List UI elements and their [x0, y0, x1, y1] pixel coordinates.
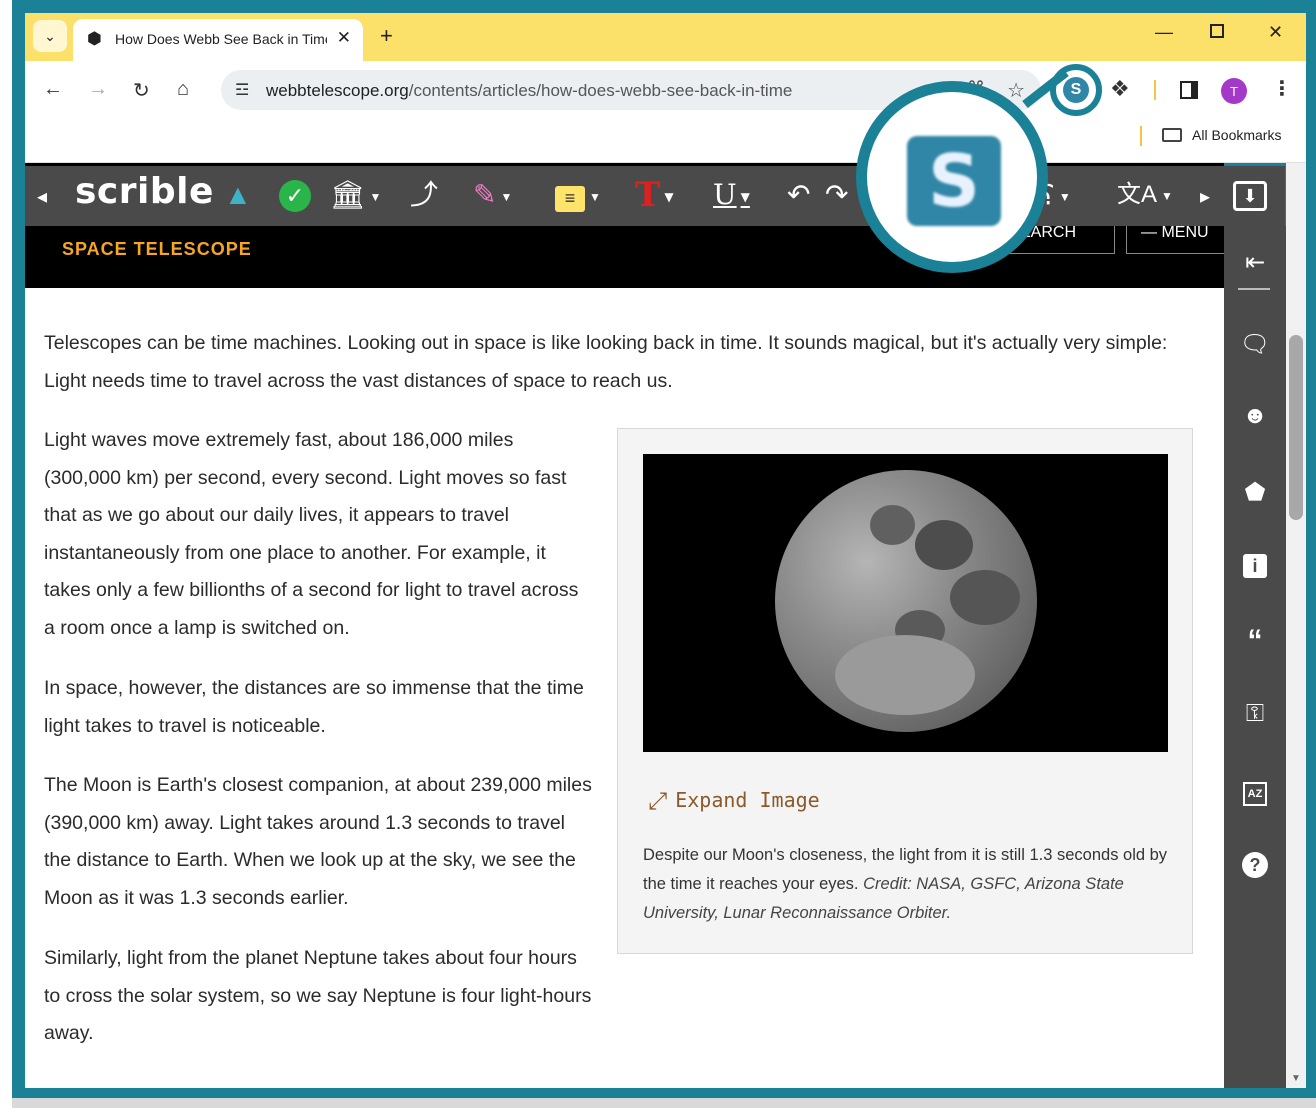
new-tab-button[interactable]: +: [380, 23, 393, 49]
moon-mare: [870, 505, 915, 545]
all-bookmarks-button[interactable]: All Bookmarks: [1162, 127, 1281, 143]
user-icon[interactable]: ▲: [224, 178, 252, 212]
moon-highlands: [835, 635, 975, 715]
reload-icon[interactable]: ↻: [133, 78, 150, 103]
paragraph-moon: The Moon is Earth's closest companion, a…: [44, 774, 592, 909]
toolbar-divider: [1154, 80, 1156, 100]
side-panel-icon[interactable]: [1180, 81, 1198, 99]
url-text: webbtelescope.org/contents/articles/how-…: [266, 81, 793, 100]
scrible-s-icon: S: [1063, 77, 1089, 103]
collapse-left-icon[interactable]: ◂: [37, 180, 47, 214]
scroll-down-arrow-icon[interactable]: ▼: [1291, 1073, 1301, 1084]
scrible-s-magnified-icon: S: [907, 136, 1001, 226]
magnifier-callout: S: [856, 81, 1048, 273]
quote-icon[interactable]: “: [1224, 624, 1286, 658]
window-close-icon[interactable]: ✕: [1268, 22, 1283, 43]
glossary-az-icon[interactable]: AZ: [1224, 776, 1286, 806]
image-caption: Despite our Moon's closeness, the light …: [643, 846, 1168, 922]
paragraph-space-distance: In space, however, the distances are so …: [44, 677, 584, 737]
profile-avatar[interactable]: T: [1221, 78, 1247, 104]
site-info-icon[interactable]: ☲: [235, 80, 249, 100]
sidebar-divider: [1238, 288, 1270, 290]
moon-mare: [915, 520, 973, 570]
paragraph-light-speed: Light waves move extremely fast, about 1…: [44, 429, 579, 639]
highlighter-icon[interactable]: ✎ ▼: [473, 178, 512, 214]
paragraph-neptune: Similarly, light from the planet Neptune…: [44, 947, 592, 1044]
tab-active[interactable]: ⬢ How Does Webb See Back in Time ✕: [73, 19, 363, 61]
comment-note-icon[interactable]: ≡ ▼: [555, 178, 601, 214]
undo-icon[interactable]: ↶: [787, 178, 810, 212]
moon-image[interactable]: [643, 454, 1168, 752]
expand-right-icon[interactable]: ▸: [1200, 180, 1210, 214]
underline-icon[interactable]: U ▼: [713, 178, 750, 214]
bookmarks-divider: [1140, 126, 1142, 146]
download-icon[interactable]: ⬇: [1233, 181, 1267, 211]
expand-arrows-icon: ⤢: [648, 787, 668, 815]
site-logo-subtitle[interactable]: SPACE TELESCOPE: [62, 239, 252, 260]
home-icon[interactable]: ⌂: [177, 78, 189, 101]
page-scrollbar[interactable]: [1286, 163, 1306, 1088]
share-icon[interactable]: ⤴: [410, 178, 438, 212]
moon-disc: [775, 470, 1037, 732]
forward-arrow-icon[interactable]: →: [88, 78, 108, 101]
comments-icon[interactable]: 🗨: [1224, 330, 1286, 359]
expand-image-link[interactable]: ⤢ Expand Image: [648, 787, 820, 815]
paragraph-intro: Telescopes can be time machines. Looking…: [44, 332, 1168, 392]
scrible-toolbar: ◂ scrible ▲ ✓ 🏛 ▼ ⤴ ✎ ▼ ≡ ▼ T ▼ U ▼ ↶ ↷ ⸮ ▼ 文A…: [25, 166, 1285, 226]
scrible-sidebar: ⇤ 🗨 ☻ ⬟ i “ ⚿ AZ ?: [1224, 226, 1286, 1088]
tags-icon[interactable]: ⬟: [1224, 478, 1286, 507]
bookmarks-bar: [25, 119, 1306, 163]
redo-icon[interactable]: ↷: [825, 178, 848, 212]
scrible-logo: scrible: [75, 171, 214, 212]
moon-figure: ⤢ Expand Image Despite our Moon's closene…: [617, 428, 1193, 954]
chevron-down-icon: ⌄: [44, 27, 56, 44]
close-tab-icon[interactable]: ✕: [337, 28, 351, 48]
collaborators-icon[interactable]: ☻: [1224, 402, 1286, 430]
info-icon[interactable]: i: [1224, 551, 1286, 579]
frame-shadow: [12, 1098, 1316, 1108]
text-color-icon[interactable]: T ▼: [635, 178, 674, 214]
moon-mare: [950, 570, 1020, 625]
help-icon[interactable]: ?: [1224, 850, 1286, 878]
webb-favicon-icon: ⬢: [87, 29, 102, 48]
more-menu-icon[interactable]: ⋮: [1272, 76, 1292, 101]
extensions-puzzle-icon[interactable]: ❖: [1110, 76, 1130, 102]
translate-icon[interactable]: 文A ▼: [1117, 178, 1173, 213]
save-check-icon[interactable]: ✓: [279, 180, 311, 212]
tab-title: How Does Webb See Back in Time: [115, 31, 327, 47]
collapse-sidebar-icon[interactable]: ⇤: [1224, 248, 1286, 277]
library-icon[interactable]: 🏛 ▼: [330, 178, 381, 214]
tab-search-button[interactable]: ⌄: [33, 20, 67, 52]
maximize-icon[interactable]: [1210, 24, 1224, 38]
back-arrow-icon[interactable]: ←: [43, 78, 63, 101]
folder-icon: [1162, 128, 1182, 142]
scrollbar-thumb[interactable]: [1289, 335, 1303, 520]
minimize-icon[interactable]: —: [1155, 22, 1173, 43]
key-icon[interactable]: ⚿: [1224, 700, 1286, 728]
